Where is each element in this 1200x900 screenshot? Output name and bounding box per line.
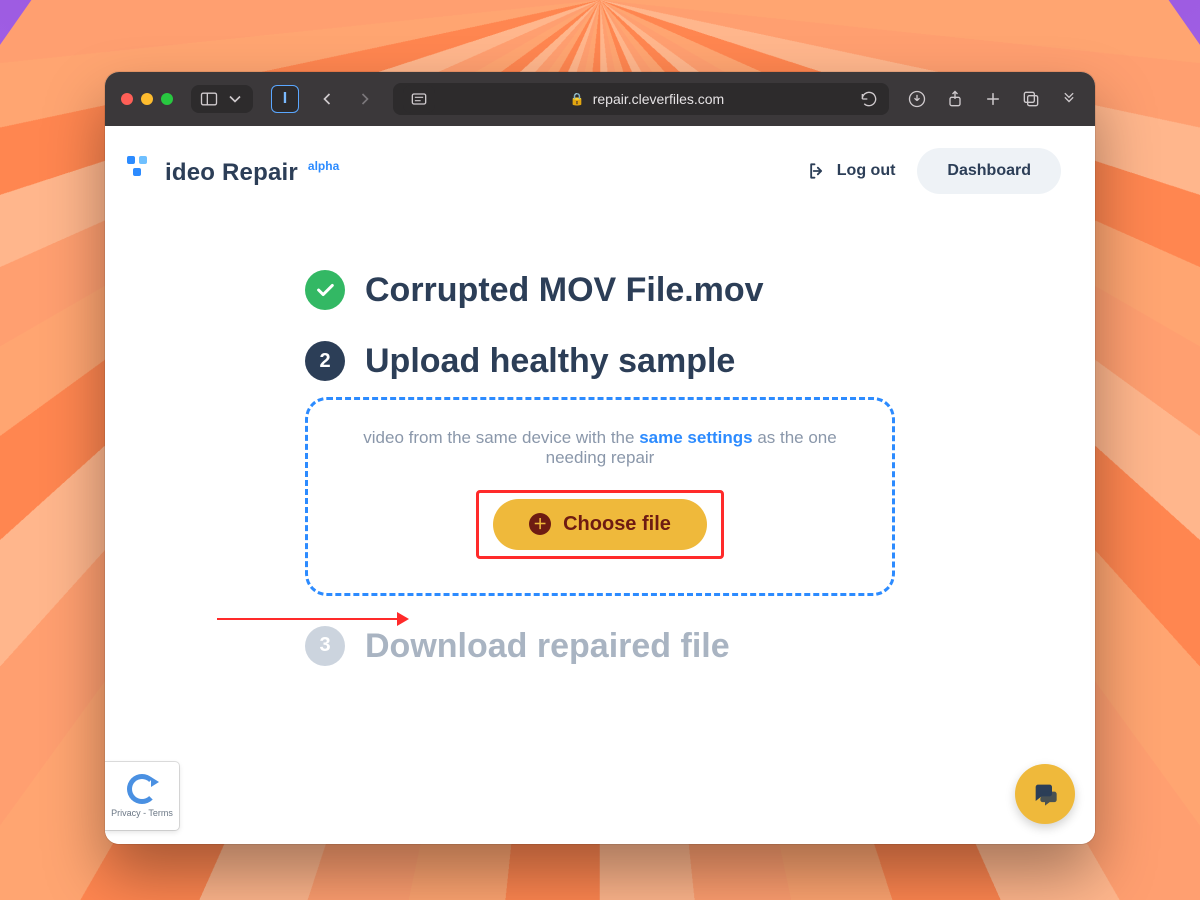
recaptcha-label: Privacy - Terms (111, 808, 173, 818)
hint-pre: video from the same device with the (363, 428, 639, 447)
downloads-button[interactable] (907, 89, 927, 109)
step-1-title: Corrupted MOV File.mov (365, 270, 764, 311)
choose-file-button[interactable]: ＋ Choose file (493, 499, 707, 550)
upload-dropzone[interactable]: video from the same device with the same… (305, 397, 895, 596)
recaptcha-icon (127, 774, 157, 804)
annotation-arrow (217, 618, 407, 620)
sidebar-icon (199, 89, 219, 109)
toolbar-overflow-button[interactable] (1059, 89, 1079, 109)
address-bar[interactable]: 🔒 repair.cleverfiles.com (393, 83, 889, 115)
sidebar-toggle[interactable] (191, 85, 253, 113)
brand-logo[interactable]: ideo Repair alpha (127, 156, 339, 187)
dashboard-label: Dashboard (947, 162, 1031, 179)
logo-mark-icon (127, 156, 155, 180)
logout-label: Log out (837, 162, 896, 180)
step-1: Corrupted MOV File.mov (305, 270, 895, 311)
minimize-window-button[interactable] (141, 93, 153, 105)
page-header: ideo Repair alpha Log out Dashboard (105, 126, 1095, 206)
chat-fab[interactable] (1015, 764, 1075, 824)
logout-link[interactable]: Log out (807, 161, 896, 181)
window-controls (121, 93, 173, 105)
reload-button[interactable] (859, 89, 879, 109)
nav-back-button[interactable] (317, 89, 337, 109)
step-2-badge: 2 (305, 341, 345, 381)
browser-window: I 🔒 repair.cleverfiles.com (105, 72, 1095, 844)
url-text: repair.cleverfiles.com (593, 91, 725, 107)
lock-icon: 🔒 (570, 92, 585, 106)
close-window-button[interactable] (121, 93, 133, 105)
step-3: 3 Download repaired file (305, 626, 895, 667)
extension-icon: I (283, 90, 287, 108)
dashboard-button[interactable]: Dashboard (917, 148, 1061, 194)
chevron-down-icon (225, 89, 245, 109)
recaptcha-badge[interactable]: Privacy - Terms (105, 762, 179, 830)
step-2: 2 Upload healthy sample (305, 341, 895, 382)
brand-badge: alpha (308, 159, 339, 173)
reader-icon (409, 89, 429, 109)
share-button[interactable] (945, 89, 965, 109)
step-2-title: Upload healthy sample (365, 341, 735, 382)
choose-file-label: Choose file (563, 513, 671, 536)
annotation-highlight-box: ＋ Choose file (476, 490, 724, 559)
nav-forward-button[interactable] (355, 89, 375, 109)
dropzone-hint: video from the same device with the same… (338, 428, 862, 468)
chat-icon (1031, 780, 1059, 808)
step-3-badge: 3 (305, 626, 345, 666)
same-settings-link[interactable]: same settings (639, 428, 752, 447)
fullscreen-window-button[interactable] (161, 93, 173, 105)
logout-icon (807, 161, 827, 181)
step-3-title: Download repaired file (365, 626, 730, 667)
plus-icon: ＋ (529, 513, 551, 535)
check-icon (314, 279, 336, 301)
reader-mode-button[interactable] (403, 85, 435, 113)
new-tab-button[interactable] (983, 89, 1003, 109)
page-content: ideo Repair alpha Log out Dashboard (105, 126, 1095, 844)
step-1-badge (305, 270, 345, 310)
steps-area: Corrupted MOV File.mov 2 Upload healthy … (305, 270, 895, 667)
brand-name: ideo Repair (165, 159, 298, 187)
safari-toolbar: I 🔒 repair.cleverfiles.com (105, 72, 1095, 126)
tabs-overview-button[interactable] (1021, 89, 1041, 109)
extension-button[interactable]: I (271, 85, 299, 113)
